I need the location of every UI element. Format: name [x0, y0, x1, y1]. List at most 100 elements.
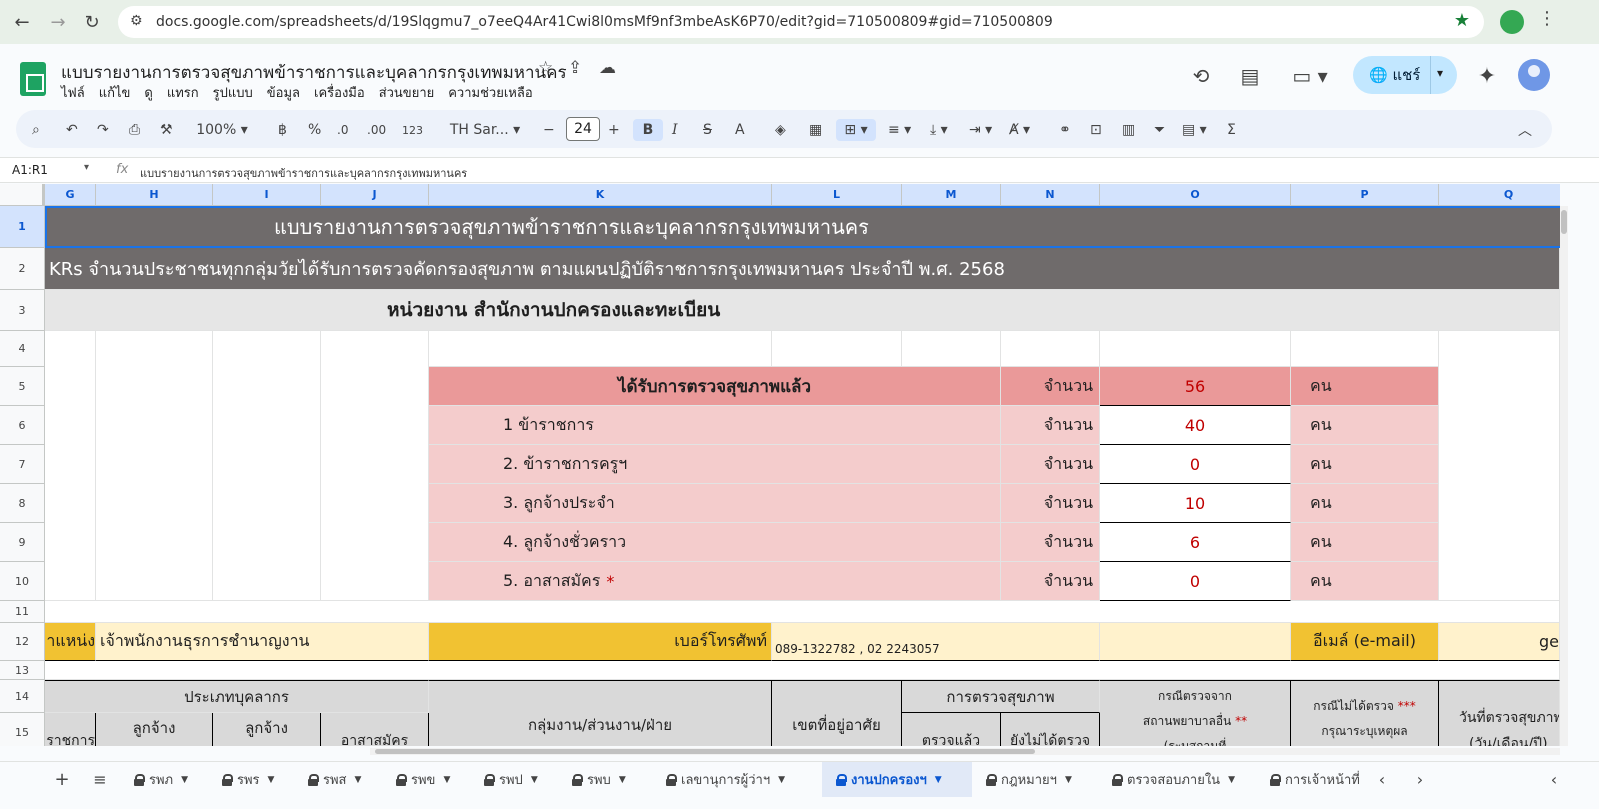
email-value-cell[interactable]: ge	[1439, 623, 1560, 661]
strikethrough-icon[interactable]: S	[703, 119, 712, 141]
count-label-cell[interactable]: จำนวน	[1001, 406, 1100, 445]
sheet-tab[interactable]: รพป ▼	[474, 762, 562, 797]
row-header[interactable]: 7	[0, 445, 45, 484]
column-header[interactable]: O	[1100, 184, 1291, 206]
site-info-icon[interactable]: ⚙	[130, 13, 143, 29]
menu-tools[interactable]: เครื่องมือ	[314, 82, 365, 103]
zoom-select[interactable]: 100% ▾	[193, 119, 251, 141]
row-header[interactable]: 1	[0, 206, 45, 248]
sheet-tab[interactable]: ตรวจสอบภายใน ▼	[1096, 762, 1256, 797]
sheet-tab[interactable]: รพบ ▼	[562, 762, 654, 797]
merge-cells-icon[interactable]: ⊞ ▾	[836, 119, 876, 141]
email-label-cell[interactable]: อีเมล์ (e-mail)	[1291, 623, 1439, 661]
empty-row[interactable]	[45, 601, 1560, 623]
increase-decimal-button[interactable]: .00	[367, 119, 386, 141]
column-header[interactable]: I	[213, 184, 321, 206]
scroll-tabs-right-icon[interactable]: ›	[1408, 762, 1432, 797]
menu-help[interactable]: ความช่วยเหลือ	[448, 82, 532, 103]
total-value-cell[interactable]: 56	[1100, 367, 1291, 406]
unit-cell[interactable]: คน	[1291, 523, 1439, 562]
profile-icon[interactable]	[1500, 10, 1524, 34]
empty-cell[interactable]	[96, 331, 213, 601]
temp-employee-header[interactable]: ลูกจ้าง	[213, 713, 321, 746]
currency-format-button[interactable]: ฿	[278, 119, 287, 141]
sheet-tab[interactable]: รพร ▼	[212, 762, 298, 797]
avatar[interactable]	[1518, 59, 1550, 91]
formula-input[interactable]: แบบรายงานการตรวจสุขภาพข้าราชการและบุคลาก…	[140, 164, 467, 182]
scroll-tabs-left-icon[interactable]: ‹	[1370, 762, 1394, 797]
search-icon[interactable]: ⌕	[32, 119, 40, 141]
font-size-minus-icon[interactable]: −	[543, 119, 555, 141]
position-value-cell[interactable]: เจ้าพนักงานธุรการชำนาญงาน	[96, 623, 321, 661]
move-icon[interactable]: ⇪	[568, 58, 582, 78]
count-label-cell[interactable]: จำนวน	[1001, 562, 1100, 601]
item-label-cell[interactable]: 2. ข้าราชการครูฯ	[429, 445, 1001, 484]
menu-extensions[interactable]: ส่วนขยาย	[379, 82, 435, 103]
summary-title-cell[interactable]: ได้รับการตรวจสุขภาพแล้ว	[429, 367, 1001, 406]
empty-cell[interactable]	[321, 331, 429, 601]
unit-cell[interactable]: คน	[1291, 445, 1439, 484]
history-icon[interactable]: ⟲	[1187, 64, 1215, 88]
column-header[interactable]: H	[96, 184, 213, 206]
personnel-type-header[interactable]: ประเภทบุคลากร	[45, 680, 429, 713]
row-header[interactable]: 2	[0, 248, 45, 290]
phone-value-cell[interactable]: 089-1322782 , 02 2243057	[772, 623, 1001, 661]
column-header[interactable]: P	[1291, 184, 1439, 206]
position-label-cell[interactable]: าแหน่ง	[45, 623, 96, 661]
sheet-tab[interactable]: รพข ▼	[386, 762, 474, 797]
print-icon[interactable]: ⎙	[129, 119, 140, 141]
column-header[interactable]: L	[772, 184, 902, 206]
employee-header[interactable]: ลูกจ้าง	[96, 713, 213, 746]
more-formats-button[interactable]: 123	[402, 119, 423, 141]
row-header[interactable]: 5	[0, 367, 45, 406]
cloud-status-icon[interactable]: ☁	[599, 58, 616, 78]
item-value-cell[interactable]: 10	[1100, 484, 1291, 523]
report-title-cell[interactable]: แบบรายงานการตรวจสุขภาพข้าราชการและบุคลาก…	[45, 206, 1560, 248]
empty-cell[interactable]	[429, 331, 772, 367]
filter-views-icon[interactable]: ▤ ▾	[1182, 119, 1207, 141]
empty-cell[interactable]	[1001, 331, 1100, 367]
functions-icon[interactable]: Σ	[1227, 119, 1236, 141]
unit-cell[interactable]: คน	[1291, 562, 1439, 601]
item-value-cell[interactable]: 0	[1100, 445, 1291, 484]
empty-cell[interactable]	[1291, 331, 1439, 367]
row-header[interactable]: 6	[0, 406, 45, 445]
row-header[interactable]: 4	[0, 331, 45, 367]
row-header[interactable]: 13	[0, 661, 45, 680]
all-sheets-icon[interactable]: ≡	[88, 762, 112, 797]
empty-cell[interactable]	[213, 331, 321, 601]
text-wrap-icon[interactable]: ⇥ ▾	[969, 119, 992, 141]
menu-insert[interactable]: แทรก	[167, 82, 199, 103]
health-check-header[interactable]: การตรวจสุขภาพ	[902, 680, 1100, 713]
volunteer-header[interactable]: อาสาสมัคร	[321, 713, 429, 746]
menu-format[interactable]: รูปแบบ	[213, 82, 253, 103]
row-header[interactable]: 15	[0, 713, 45, 746]
empty-cell[interactable]	[45, 331, 96, 601]
add-sheet-icon[interactable]: +	[50, 762, 74, 797]
count-label-cell[interactable]: จำนวน	[1001, 523, 1100, 562]
italic-icon[interactable]: I	[672, 119, 678, 141]
empty-cell[interactable]	[1001, 623, 1100, 661]
checked-header[interactable]: ตรวจแล้ว	[902, 713, 1001, 746]
count-label-cell[interactable]: จำนวน	[1001, 484, 1100, 523]
item-value-cell[interactable]: 0	[1100, 562, 1291, 601]
row-header[interactable]: 10	[0, 562, 45, 601]
comment-icon[interactable]: ⊡	[1090, 119, 1102, 141]
item-value-cell[interactable]: 6	[1100, 523, 1291, 562]
link-icon[interactable]: ⚭	[1059, 119, 1071, 141]
chart-icon[interactable]: ▥	[1122, 119, 1135, 141]
sheet-tab[interactable]: การเจ้าหน้าที่	[1256, 762, 1360, 797]
count-label-cell[interactable]: จำนวน	[1001, 367, 1100, 406]
sheet-tab[interactable]: เลขานุการผู้ว่าฯ ▼	[654, 762, 822, 797]
empty-cell[interactable]	[1100, 623, 1291, 661]
borders-icon[interactable]: ▦	[809, 119, 822, 141]
column-header[interactable]: G	[45, 184, 96, 206]
text-rotation-icon[interactable]: Ⱥ ▾	[1009, 119, 1030, 141]
item-label-cell[interactable]: 1 ข้าราชการ	[429, 406, 1001, 445]
sheet-tab[interactable]: รพส ▼	[298, 762, 386, 797]
sheet-tab[interactable]: รพภ ▼	[124, 762, 212, 797]
name-box-dropdown-icon[interactable]: ▾	[84, 162, 89, 173]
row-header[interactable]: 12	[0, 623, 45, 661]
text-color-icon[interactable]: A	[735, 119, 745, 141]
meet-icon[interactable]: ▭ ▾	[1290, 64, 1330, 88]
